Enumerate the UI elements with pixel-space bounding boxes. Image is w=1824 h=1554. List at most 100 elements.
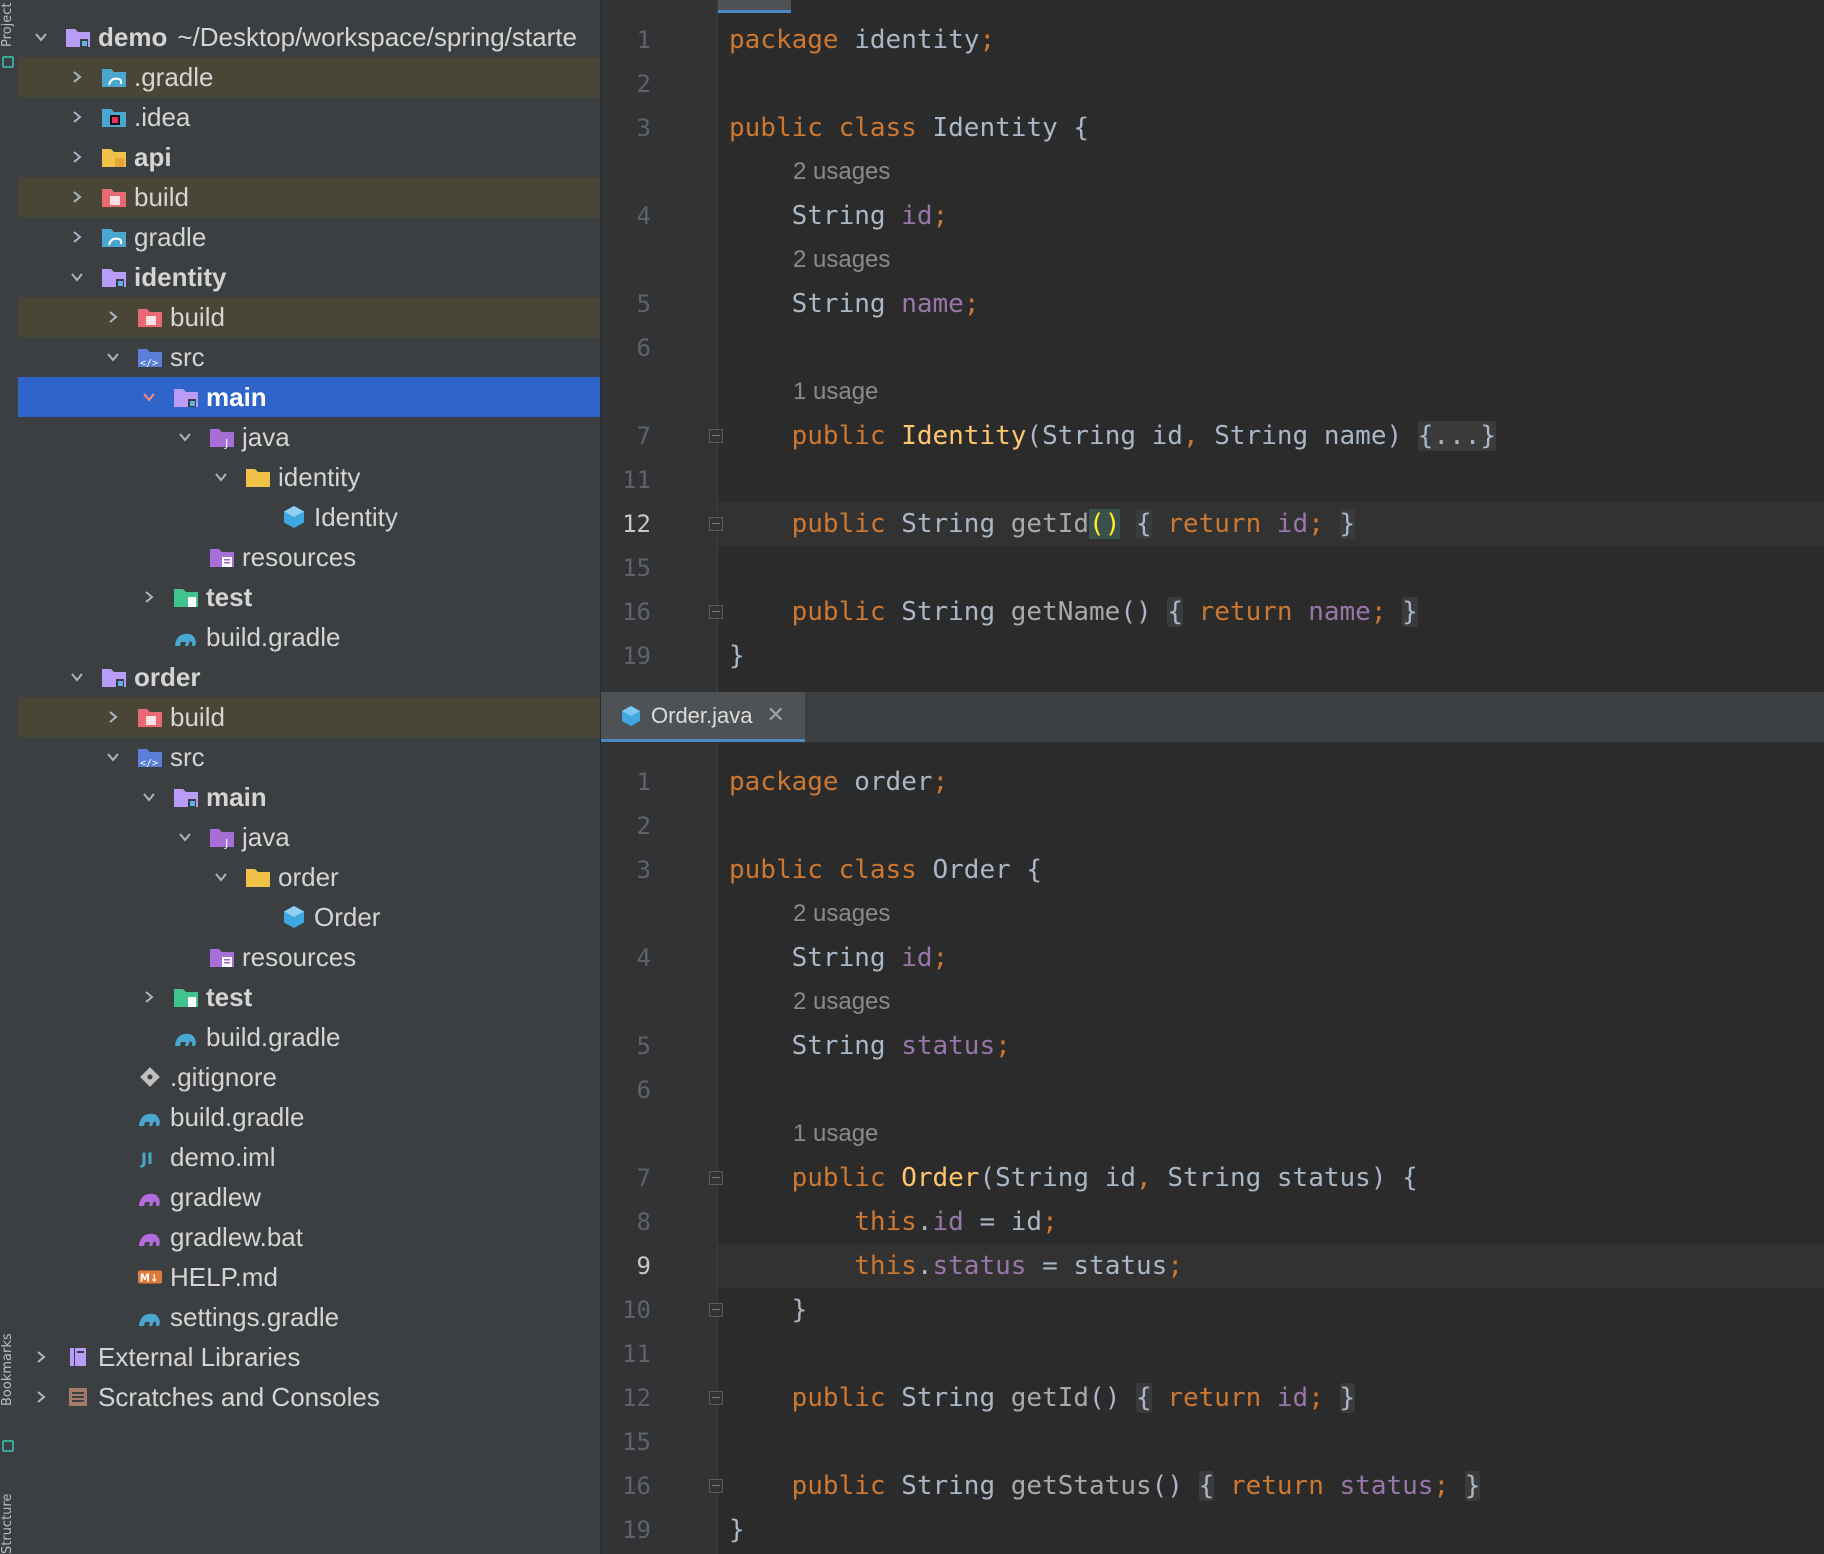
bookmarks-tool-button[interactable]: Bookmarks (0, 1310, 18, 1430)
chevron-down-icon[interactable] (30, 26, 52, 48)
chevron-down-icon[interactable] (174, 426, 196, 448)
usages-hint[interactable]: 2 usages (793, 156, 890, 188)
tree-item-build-gradle[interactable]: build.gradle (18, 1097, 600, 1137)
code-line[interactable]: public class Order { (729, 848, 1042, 892)
code-line[interactable]: this.id = id; (729, 1200, 1058, 1244)
chevron-down-icon[interactable] (102, 746, 124, 768)
code-line[interactable]: public String getId() { return id; } (729, 502, 1356, 546)
tree-item-demo-iml[interactable]: JI demo.iml (18, 1137, 600, 1177)
chevron-right-icon[interactable] (102, 306, 124, 328)
project-tree[interactable]: demo ~/Desktop/workspace/spring/starte .gr… (18, 0, 600, 1554)
code-line[interactable]: this.status = status; (729, 1244, 1183, 1288)
chevron-down-icon[interactable] (66, 666, 88, 688)
chevron-right-icon[interactable] (138, 586, 160, 608)
tree-item-gitignore[interactable]: .gitignore (18, 1057, 600, 1097)
chevron-down-icon[interactable] (138, 786, 160, 808)
chevron-right-icon[interactable] (66, 66, 88, 88)
tree-item-java[interactable]: Jjava (18, 817, 600, 857)
chevron-down-icon[interactable] (174, 826, 196, 848)
usages-hint[interactable]: 1 usage (793, 1118, 878, 1150)
tree-item-resources[interactable]: resources (18, 937, 600, 977)
tree-item-java[interactable]: Jjava (18, 417, 600, 457)
code-line[interactable]: public Identity(String id, String name) … (729, 414, 1497, 458)
tree-item-build-gradle[interactable]: build.gradle (18, 1017, 600, 1057)
tree-item-order[interactable]: order (18, 657, 600, 697)
bookmarks-icon[interactable] (2, 1440, 14, 1452)
tree-item-order[interactable]: order (18, 857, 600, 897)
tree-item-main[interactable]: main (18, 377, 600, 417)
usages-hint[interactable]: 2 usages (793, 898, 890, 930)
fold-toggle-icon[interactable] (709, 429, 723, 443)
tree-item-order[interactable]: Order (18, 897, 600, 937)
tree-item-resources[interactable]: resources (18, 537, 600, 577)
tree-item-help-md[interactable]: M↓ HELP.md (18, 1257, 600, 1297)
tree-item-settings-gradle[interactable]: settings.gradle (18, 1297, 600, 1337)
code-line[interactable]: public String getStatus() { return statu… (729, 1464, 1481, 1508)
tree-item-src[interactable]: </> src (18, 737, 600, 777)
editor-pane-identity[interactable]: 1 package identity; 2 3 public class Identit… (601, 0, 1824, 692)
code-line[interactable]: public class Identity { (729, 106, 1089, 150)
tree-item-scratches-and-consoles[interactable]: Scratches and Consoles (18, 1377, 600, 1417)
tree-item-idea[interactable]: .idea (18, 97, 600, 137)
tree-item-identity[interactable]: identity (18, 257, 600, 297)
tree-item-main[interactable]: main (18, 777, 600, 817)
code-line[interactable]: public Order(String id, String status) { (729, 1156, 1418, 1200)
code-line[interactable]: } (729, 1508, 745, 1552)
chevron-down-icon[interactable] (66, 266, 88, 288)
code-line[interactable]: String status; (729, 1024, 1011, 1068)
fold-toggle-icon[interactable] (709, 1391, 723, 1405)
chevron-right-icon[interactable] (66, 146, 88, 168)
code-line[interactable]: String name; (729, 282, 980, 326)
code-line[interactable]: } (729, 1288, 808, 1332)
structure-tool-button[interactable]: Structure (0, 1494, 18, 1554)
chevron-down-icon[interactable] (138, 386, 160, 408)
chevron-right-icon[interactable] (30, 1386, 52, 1408)
usages-hint[interactable]: 2 usages (793, 244, 890, 276)
usages-hint[interactable]: 2 usages (793, 986, 890, 1018)
project-icon[interactable] (2, 56, 14, 68)
usages-hint[interactable]: 1 usage (793, 376, 878, 408)
tree-item-api[interactable]: api (18, 137, 600, 177)
code-line[interactable]: public String getId() { return id; } (729, 1376, 1356, 1420)
tree-item-gradlew[interactable]: gradlew (18, 1177, 600, 1217)
chevron-right-icon[interactable] (138, 986, 160, 1008)
chevron-right-icon[interactable] (66, 226, 88, 248)
code-line[interactable]: package identity; (729, 18, 995, 62)
fold-toggle-icon[interactable] (709, 517, 723, 531)
tree-item-build[interactable]: build (18, 297, 600, 337)
chevron-right-icon[interactable] (30, 1346, 52, 1368)
code-line[interactable]: String id; (729, 936, 949, 980)
fold-toggle-icon[interactable] (709, 605, 723, 619)
chevron-right-icon[interactable] (102, 706, 124, 728)
chevron-right-icon[interactable] (66, 106, 88, 128)
tree-item-external-libraries[interactable]: External Libraries (18, 1337, 600, 1377)
tree-item-gradlew-bat[interactable]: gradlew.bat (18, 1217, 600, 1257)
tree-item-gradle[interactable]: .gradle (18, 57, 600, 97)
tree-item-demo[interactable]: demo ~/Desktop/workspace/spring/starte (18, 17, 600, 57)
code-line[interactable]: package order; (729, 760, 948, 804)
tree-item-build[interactable]: build (18, 177, 600, 217)
tree-item-identity[interactable]: identity (18, 457, 600, 497)
close-icon[interactable]: ✕ (767, 703, 785, 728)
chevron-down-icon[interactable] (210, 466, 232, 488)
tree-item-test[interactable]: test (18, 577, 600, 617)
tree-item-build-gradle[interactable]: build.gradle (18, 617, 600, 657)
code-line[interactable]: String id; (729, 194, 949, 238)
tree-item-gradle[interactable]: gradle (18, 217, 600, 257)
chevron-right-icon[interactable] (66, 186, 88, 208)
code-line[interactable]: public String getName() { return name; } (729, 590, 1418, 634)
tree-item-src[interactable]: </> src (18, 337, 600, 377)
editor-pane-order[interactable]: Order.java ✕ 1 package order; 2 3 public cla… (601, 692, 1824, 1554)
fold-toggle-icon[interactable] (709, 1479, 723, 1493)
fold-toggle-icon[interactable] (709, 1171, 723, 1185)
fold-toggle-icon[interactable] (709, 1303, 723, 1317)
chevron-down-icon[interactable] (102, 346, 124, 368)
tree-item-test[interactable]: test (18, 977, 600, 1017)
chevron-down-icon[interactable] (210, 866, 232, 888)
project-tool-button[interactable]: Project (0, 0, 18, 50)
tree-item-build[interactable]: build (18, 697, 600, 737)
code-line[interactable]: } (729, 634, 745, 678)
tree-item-label: test (206, 581, 253, 612)
tree-item-identity[interactable]: Identity (18, 497, 600, 537)
editor-tab-order[interactable]: Order.java ✕ (601, 692, 805, 742)
